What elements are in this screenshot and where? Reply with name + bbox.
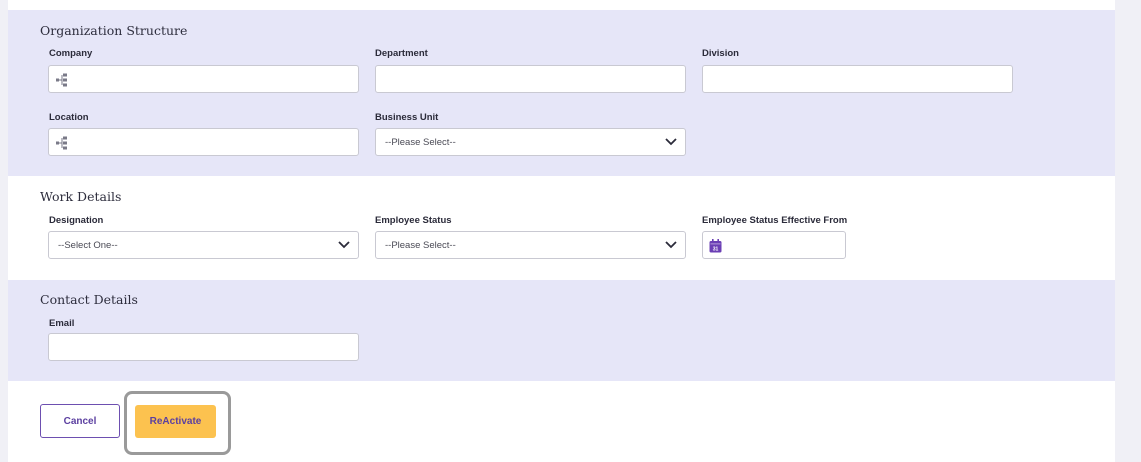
contact-section-title: Contact Details bbox=[40, 292, 138, 307]
business-unit-label: Business Unit bbox=[375, 112, 439, 123]
division-field[interactable] bbox=[702, 65, 1013, 93]
calendar-day: 31 bbox=[713, 247, 719, 253]
calendar-icon[interactable]: 31 bbox=[709, 239, 722, 253]
business-unit-selected: --Please Select-- bbox=[385, 137, 456, 148]
chevron-down-icon bbox=[338, 241, 350, 249]
division-label: Division bbox=[702, 48, 739, 59]
chevron-down-icon bbox=[665, 138, 677, 146]
status-effective-date-field[interactable]: 31 bbox=[702, 231, 846, 259]
org-tree-icon[interactable] bbox=[56, 73, 68, 87]
employee-status-label: Employee Status bbox=[375, 215, 452, 226]
org-tree-icon[interactable] bbox=[56, 136, 68, 150]
cancel-button[interactable]: Cancel bbox=[40, 404, 120, 438]
designation-selected: --Select One-- bbox=[58, 240, 118, 251]
work-details-section bbox=[8, 176, 1115, 280]
business-unit-select[interactable]: --Please Select-- bbox=[375, 128, 686, 156]
department-field[interactable] bbox=[375, 65, 686, 93]
status-effective-label: Employee Status Effective From bbox=[702, 215, 848, 226]
employee-status-selected: --Please Select-- bbox=[385, 240, 456, 251]
location-field[interactable] bbox=[48, 128, 359, 156]
top-panel-strip bbox=[8, 0, 1115, 10]
employee-status-select[interactable]: --Please Select-- bbox=[375, 231, 686, 259]
reactivate-button[interactable]: ReActivate bbox=[135, 405, 216, 438]
work-section-title: Work Details bbox=[40, 189, 122, 204]
chevron-down-icon bbox=[665, 241, 677, 249]
organization-section-title: Organization Structure bbox=[40, 23, 188, 38]
location-label: Location bbox=[49, 112, 89, 123]
designation-select[interactable]: --Select One-- bbox=[48, 231, 359, 259]
designation-label: Designation bbox=[49, 215, 104, 226]
email-field[interactable] bbox=[48, 333, 359, 361]
company-field[interactable] bbox=[48, 65, 359, 93]
company-label: Company bbox=[49, 48, 93, 59]
email-label: Email bbox=[49, 318, 75, 329]
department-label: Department bbox=[375, 48, 428, 59]
contact-details-section bbox=[8, 280, 1115, 381]
